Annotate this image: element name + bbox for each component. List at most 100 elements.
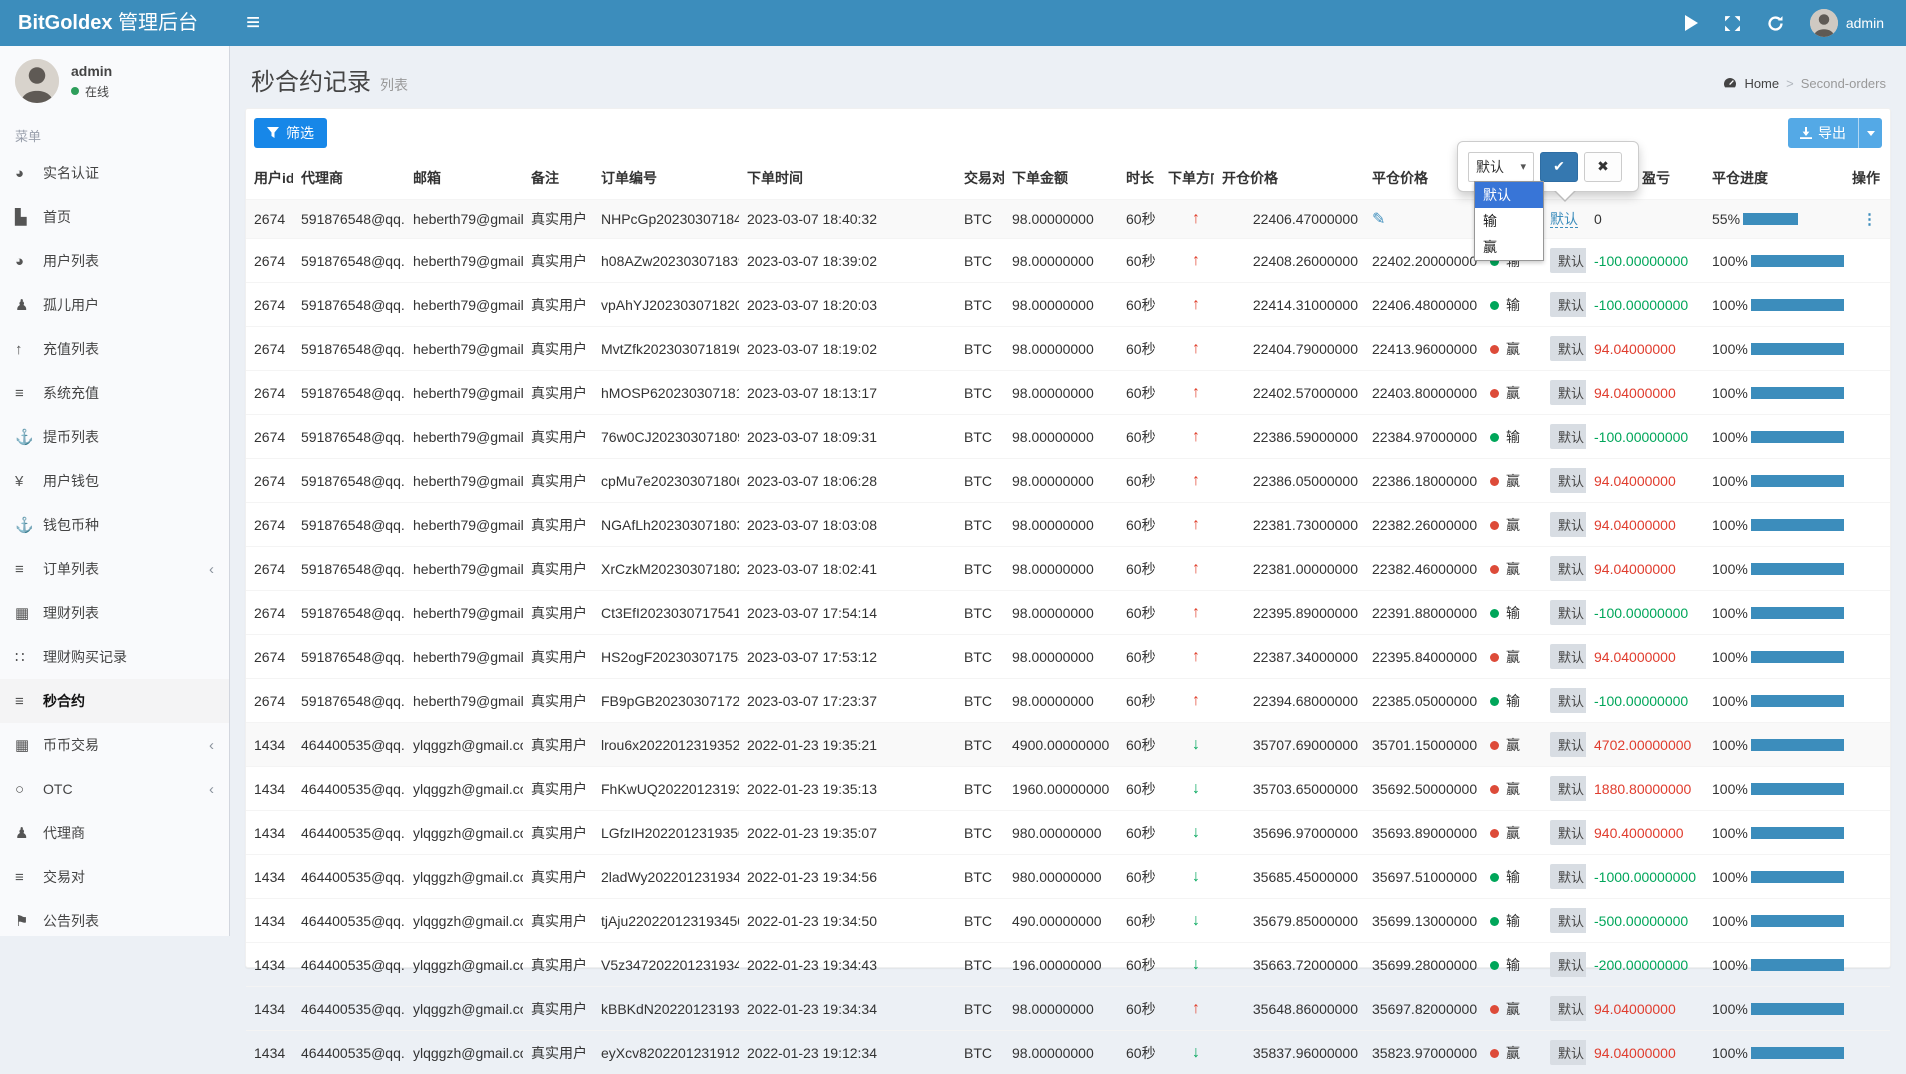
sidebar-item-钱包币种[interactable]: ⚓钱包币种 xyxy=(0,503,229,547)
cell-duration: 60秒 xyxy=(1118,635,1160,679)
control-default-badge[interactable]: 默认 xyxy=(1550,820,1586,845)
control-default-badge[interactable]: 默认 xyxy=(1550,424,1586,449)
fullscreen-icon[interactable] xyxy=(1724,15,1741,32)
sidebar-item-提币列表[interactable]: ⚓提币列表 xyxy=(0,415,229,459)
progress-percent-label: 100% xyxy=(1712,737,1748,753)
cell-close-progress: 100% xyxy=(1704,723,1844,767)
sidebar-item-充值列表[interactable]: ↑充值列表 xyxy=(0,327,229,371)
sidebar-item-用户列表[interactable]: ◕用户列表 xyxy=(0,239,229,283)
control-default-badge[interactable]: 默认 xyxy=(1550,996,1586,1021)
sidebar-item-用户钱包[interactable]: ¥用户钱包 xyxy=(0,459,229,503)
cell-close-progress: 100% xyxy=(1704,327,1844,371)
cell-actions xyxy=(1844,679,1890,723)
progress-percent-label: 100% xyxy=(1712,825,1748,841)
export-button[interactable]: 导出 xyxy=(1788,118,1858,148)
control-default-badge[interactable]: 默认 xyxy=(1550,336,1586,361)
result-dot-icon xyxy=(1490,521,1499,530)
cell-result: 输 xyxy=(1482,283,1542,327)
cell-user-id: 1434 xyxy=(246,987,293,1031)
sidebar-item-秒合约[interactable]: ≡秒合约 xyxy=(0,679,229,723)
sidebar-item-订单列表[interactable]: ≡订单列表‹ xyxy=(0,547,229,591)
sidebar-item-孤儿用户[interactable]: ♟孤儿用户 xyxy=(0,283,229,327)
cell-profit: 1880.80000000 xyxy=(1586,767,1704,811)
row-actions-icon[interactable]: ⋮ xyxy=(1862,211,1878,228)
control-default-badge[interactable]: 默认 xyxy=(1550,688,1586,713)
select-option-赢[interactable]: 赢 xyxy=(1475,234,1543,260)
sidebar-toggle-icon[interactable]: ≡ xyxy=(230,0,276,46)
cell-pair: BTC xyxy=(956,239,1004,283)
user-menu[interactable]: admin xyxy=(1810,9,1884,37)
cell-agent: 591876548@qq.com xyxy=(293,200,405,239)
control-default-badge[interactable]: 默认 xyxy=(1550,600,1586,625)
column-header-下单时间: 下单时间 xyxy=(739,157,956,200)
control-default-badge[interactable]: 默认 xyxy=(1550,1040,1586,1065)
sidebar-item-代理商[interactable]: ♟代理商 xyxy=(0,811,229,855)
control-default-badge[interactable]: 默认 xyxy=(1550,864,1586,889)
cell-direction: ↑ xyxy=(1160,415,1214,459)
sidebar-item-实名认证[interactable]: ◕实名认证 xyxy=(0,151,229,195)
control-default-badge[interactable]: 默认 xyxy=(1550,248,1586,273)
sidebar-item-系统充值[interactable]: ≡系统充值 xyxy=(0,371,229,415)
progress-bar xyxy=(1751,1047,1844,1059)
sidebar-item-理财列表[interactable]: ▦理财列表 xyxy=(0,591,229,635)
confirm-button[interactable]: ✔ xyxy=(1540,152,1578,182)
control-default-badge[interactable]: 默认 xyxy=(1550,952,1586,977)
cell-close-price: 22384.97000000 xyxy=(1364,415,1482,459)
export-dropdown-button[interactable] xyxy=(1858,118,1882,148)
cell-profit: -200.00000000 xyxy=(1586,943,1704,987)
cell-note: 真实用户 xyxy=(523,591,593,635)
select-option-默认[interactable]: 默认 xyxy=(1475,182,1543,208)
cell-order-number: V5z34720220123193443 xyxy=(593,943,739,987)
cell-order-time: 2022-01-23 19:34:56 xyxy=(739,855,956,899)
cell-user-id: 1434 xyxy=(246,811,293,855)
table-row: 1434464400535@qq.comylqggzh@gmail.com真实用… xyxy=(246,723,1890,767)
cell-amount: 98.00000000 xyxy=(1004,547,1118,591)
cell-amount: 98.00000000 xyxy=(1004,415,1118,459)
cell-open-price: 22414.31000000 xyxy=(1214,283,1364,327)
refresh-icon[interactable] xyxy=(1767,15,1784,32)
control-editable-link[interactable]: 默认 xyxy=(1550,211,1578,228)
column-header-下单方向: 下单方向 xyxy=(1160,157,1214,200)
cell-control: 默认 xyxy=(1542,371,1586,415)
edit-close-price-icon[interactable]: ✎ xyxy=(1372,211,1385,228)
win-lose-select[interactable]: 默认 ▾ xyxy=(1468,152,1534,182)
app-logo[interactable]: BitGoldex 管理后台 xyxy=(0,0,230,46)
cell-actions xyxy=(1844,547,1890,591)
control-default-badge[interactable]: 默认 xyxy=(1550,908,1586,933)
cell-result: 赢 xyxy=(1482,723,1542,767)
control-default-badge[interactable]: 默认 xyxy=(1550,380,1586,405)
cell-profit: -100.00000000 xyxy=(1586,591,1704,635)
cell-duration: 60秒 xyxy=(1118,723,1160,767)
sidebar-item-交易对[interactable]: ≡交易对 xyxy=(0,855,229,899)
control-default-badge[interactable]: 默认 xyxy=(1550,512,1586,537)
control-default-badge[interactable]: 默认 xyxy=(1550,468,1586,493)
progress-percent-label: 100% xyxy=(1712,253,1748,269)
cell-control: 默认 xyxy=(1542,591,1586,635)
sidebar-item-OTC[interactable]: ○OTC‹ xyxy=(0,767,229,811)
cell-control: 默认 xyxy=(1542,459,1586,503)
control-default-badge[interactable]: 默认 xyxy=(1550,732,1586,757)
control-default-badge[interactable]: 默认 xyxy=(1550,644,1586,669)
sidebar-item-理财购买记录[interactable]: ∷理财购买记录 xyxy=(0,635,229,679)
cancel-button[interactable]: ✖ xyxy=(1584,152,1622,182)
cell-order-time: 2023-03-07 18:02:41 xyxy=(739,547,956,591)
result-dot-icon xyxy=(1490,433,1499,442)
control-default-badge[interactable]: 默认 xyxy=(1550,556,1586,581)
cell-pair: BTC xyxy=(956,723,1004,767)
breadcrumb-home-link[interactable]: Home xyxy=(1744,76,1779,91)
sidebar-item-公告列表[interactable]: ⚑公告列表 xyxy=(0,899,229,943)
filter-button[interactable]: 筛选 xyxy=(254,118,327,148)
select-dropdown-list: 默认输赢 xyxy=(1474,181,1544,261)
sidebar-item-首页[interactable]: ▙首页 xyxy=(0,195,229,239)
progress-percent-label: 100% xyxy=(1712,605,1748,621)
orders-table: 用户id代理商邮箱备注订单编号下单时间交易对下单金额时长下单方向开仓价格平仓价格… xyxy=(246,157,1890,1074)
cell-duration: 60秒 xyxy=(1118,987,1160,1031)
control-default-badge[interactable]: 默认 xyxy=(1550,292,1586,317)
control-default-badge[interactable]: 默认 xyxy=(1550,776,1586,801)
cell-note: 真实用户 xyxy=(523,503,593,547)
play-icon[interactable] xyxy=(1685,15,1698,31)
select-option-输[interactable]: 输 xyxy=(1475,208,1543,234)
online-status-icon xyxy=(71,87,79,95)
cell-order-number: kBBKdN20220123193434 xyxy=(593,987,739,1031)
sidebar-item-币币交易[interactable]: ▦币币交易‹ xyxy=(0,723,229,767)
